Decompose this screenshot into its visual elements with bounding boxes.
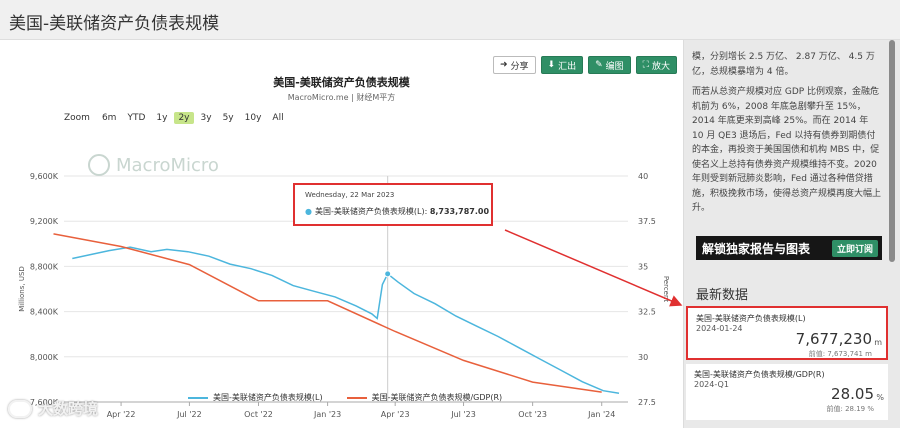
card-value: 28.05: [831, 385, 874, 403]
watermark: MacroMicro: [88, 154, 219, 176]
export-button[interactable]: ⬇ 汇出: [540, 56, 584, 74]
content-area: 7,600K 8,000K 8,400K 8,800K 9,200K 9,600K 27.5…: [0, 40, 900, 428]
legend-swatch-blue: [188, 396, 208, 399]
share-icon: ➜: [499, 60, 508, 70]
zoom-6m[interactable]: 6m: [98, 112, 121, 124]
zoom-ytd[interactable]: YTD: [123, 112, 149, 124]
y-right-tick-label: 30: [638, 353, 648, 362]
side-paragraph: 模，分别增长 2.5 万亿、 2.87 万亿、 4.5 万亿，总规模暴增为 4 …: [692, 52, 875, 77]
zoom-2y[interactable]: 2y: [174, 112, 194, 124]
annotation-arrow: [504, 229, 683, 307]
y-right-tick-label: 32.5: [638, 308, 656, 317]
x-tick-label: Apr '23: [381, 410, 410, 419]
legend-item-balance-sheet-gdp[interactable]: 美国-美联储资产负债表规模/GDP(R): [346, 392, 503, 403]
chart-tooltip: Wednesday, 22 Mar 2023 ● 美国-美联储资产负债表规模(L)…: [293, 183, 493, 226]
export-label: 汇出: [558, 61, 577, 72]
series-line-balance-sheet: [72, 246, 620, 395]
tooltip-value: 8,733,787.00: [429, 207, 490, 216]
y-left-tick-label: 8,400K: [30, 308, 59, 317]
x-tick-label: Jul '23: [450, 410, 476, 419]
series-line-balance-sheet-gdp: [53, 233, 602, 393]
brand-logo-icon: [8, 399, 32, 418]
zoom-3y[interactable]: 3y: [197, 112, 216, 124]
edit-label: 编图: [605, 61, 624, 72]
brand-watermark: 大数跨境: [8, 398, 98, 419]
page-title: 美国-美联储资产负债表规模: [9, 14, 220, 34]
zoom-5y[interactable]: 5y: [219, 112, 238, 124]
y-right-tick-label: 35: [638, 262, 648, 271]
brand-text: 大数跨境: [38, 400, 99, 418]
zoom-all[interactable]: All: [268, 112, 287, 124]
legend-label: 美国-美联储资产负债表规模(L): [213, 393, 323, 402]
card-previous: 前值: 28.19 %: [826, 405, 875, 413]
enlarge-label: 放大: [651, 61, 670, 72]
side-paragraph: 而若从总资产规模对应 GDP 比例观察，金融危机前为 6%，2008 年底急剧攀…: [692, 87, 882, 213]
y-left-tick-label: 9,200K: [30, 217, 59, 226]
y-right-tick-label: 37.5: [638, 217, 656, 226]
x-tick-label: Jan '23: [313, 410, 341, 419]
x-tick-label: Oct '22: [244, 410, 273, 419]
chart-legend: 美国-美联储资产负债表规模(L) 美国-美联储资产负债表规模/GDP(R): [188, 392, 502, 403]
chart-subtitle: MacroMicro.me | 财经M平方: [287, 93, 396, 102]
zoom-10y[interactable]: 10y: [241, 112, 266, 124]
watermark-text: MacroMicro: [116, 154, 219, 176]
card-series-name: 美国-美联储资产负债表规模(L): [696, 314, 806, 323]
legend-item-balance-sheet[interactable]: 美国-美联储资产负债表规模(L): [188, 392, 323, 403]
tooltip-series: 美国-美联储资产负债表规模(L):: [314, 207, 428, 216]
hover-point: [384, 270, 392, 278]
card-value: 7,677,230: [795, 330, 872, 348]
y-right-tick-label: 27.5: [638, 398, 656, 407]
macromicro-logo-icon: [88, 154, 110, 176]
zoom-1y[interactable]: 1y: [152, 112, 171, 124]
side-description: 模，分别增长 2.5 万亿、 2.87 万亿、 4.5 万亿，总规模暴增为 4 …: [692, 50, 882, 216]
subscribe-button[interactable]: 立即订阅: [831, 239, 878, 257]
chart-title: 美国-美联储资产负债表规模: [273, 76, 410, 89]
share-button[interactable]: ➜ 分享: [492, 56, 536, 74]
legend-label: 美国-美联储资产负债表规模/GDP(R): [371, 393, 503, 402]
subscribe-banner[interactable]: 解锁独家报告与图表 立即订阅: [696, 236, 882, 260]
y-left-tick-label: 8,000K: [30, 353, 59, 362]
chart-panel: 7,600K 8,000K 8,400K 8,800K 9,200K 9,600K 27.5…: [0, 40, 683, 428]
download-icon: ⬇: [547, 60, 556, 70]
edit-chart-button[interactable]: ✎ 编图: [588, 56, 631, 74]
y-right-tick-label: 40: [638, 172, 648, 181]
card-date: 2024-Q1: [694, 380, 729, 389]
latest-data-card[interactable]: 美国-美联储资产负债表规模(L) 2024-01-24 7,677,230 m …: [686, 306, 888, 360]
pencil-icon: ✎: [595, 60, 603, 70]
latest-data-title: 最新数据: [696, 288, 749, 303]
share-label: 分享: [510, 61, 529, 72]
y-left-tick-label: 8,800K: [30, 262, 59, 271]
y-left-tick-label: 9,600K: [30, 172, 59, 181]
card-series-name: 美国-美联储资产负债表规模/GDP(R): [694, 370, 825, 379]
legend-swatch-red: [346, 396, 367, 399]
card-previous: 前值: 7,673,741 m: [808, 350, 872, 358]
chart-toolbar: ➜ 分享 ⬇ 汇出 ✎ 编图 ⛶ 放大: [492, 56, 677, 74]
tooltip-line: ● 美国-美联储资产负债表规模(L): 8,733,787.00: [305, 206, 489, 217]
x-tick-label: Oct '23: [518, 410, 547, 419]
x-tick-label: Jul '22: [176, 410, 202, 419]
zoom-selector: Zoom 6m YTD 1y 2y 3y 5y 10y All: [64, 112, 291, 124]
promo-text: 解锁独家报告与图表: [702, 241, 811, 256]
expand-icon: ⛶: [642, 60, 649, 70]
y-left-axis-title: Millions, USD: [18, 266, 26, 312]
tooltip-series-dot-icon: ●: [305, 207, 312, 216]
zoom-label: Zoom: [64, 113, 90, 123]
side-panel: 模，分别增长 2.5 万亿、 2.87 万亿、 4.5 万亿，总规模暴增为 4 …: [683, 40, 900, 428]
x-tick-label: Apr '22: [107, 410, 136, 419]
enlarge-button[interactable]: ⛶ 放大: [635, 56, 677, 74]
tooltip-date: Wednesday, 22 Mar 2023: [305, 191, 395, 199]
x-tick-label: Jan '24: [587, 410, 615, 419]
card-date: 2024-01-24: [696, 324, 743, 333]
card-unit: m: [874, 338, 882, 347]
page-header: 美国-美联储资产负债表规模: [0, 0, 900, 40]
side-scrollbar[interactable]: [889, 40, 895, 262]
card-unit: %: [876, 393, 884, 402]
latest-data-card[interactable]: 美国-美联储资产负债表规模/GDP(R) 2024-Q1 28.05 % 前值:…: [686, 364, 888, 420]
